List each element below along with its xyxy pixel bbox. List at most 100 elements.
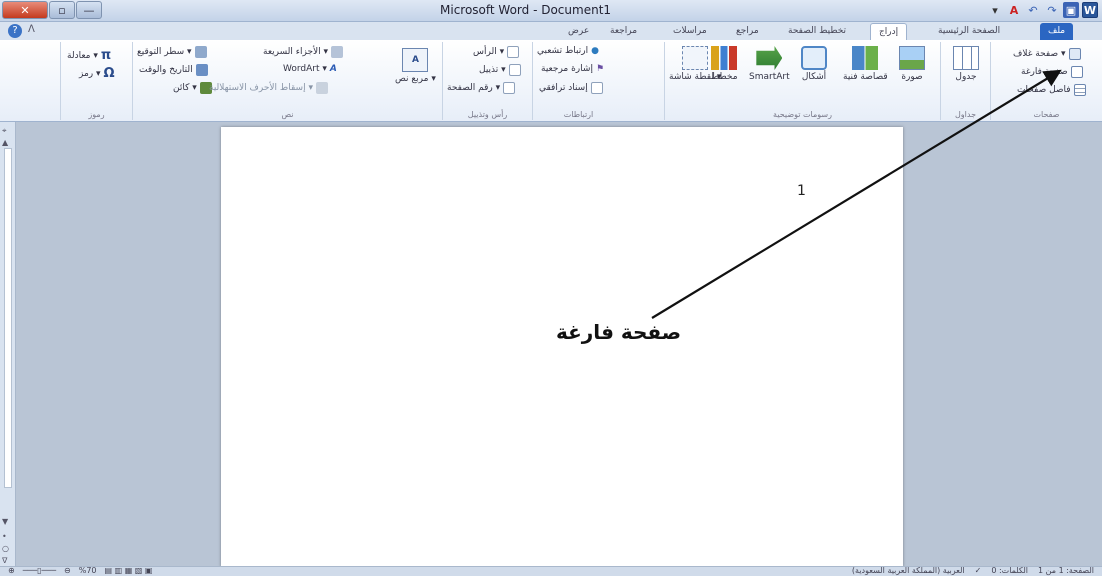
scroll-down-icon[interactable]: ▼ (2, 517, 8, 526)
cover-page-label: صفحة غلاف ▾ (1013, 49, 1066, 59)
smartart-label: SmartArt (749, 72, 790, 82)
symbol-button[interactable]: رمز ▾ Ω (79, 66, 115, 81)
annotation-number: 1 (797, 183, 806, 199)
table-label: جدول (955, 72, 977, 82)
group-illustrations-label: رسومات توضيحية (773, 110, 832, 119)
text-box-icon: A (402, 48, 429, 72)
chart-button[interactable]: مخطط (711, 46, 738, 82)
drop-cap-button[interactable]: إسقاط الأحرف الاستهلالية ▾ (209, 82, 328, 94)
title-bar: ✕ ▫ — Microsoft Word - Document1 ▾ A ↶ ↷… (0, 0, 1102, 22)
vertical-scrollbar[interactable] (4, 148, 12, 488)
header-icon (507, 46, 520, 58)
page-number-icon (503, 82, 516, 94)
save-icon[interactable]: ▣ (1063, 2, 1079, 18)
previous-page-icon[interactable]: • (2, 532, 7, 541)
date-time-button[interactable]: التاريخ والوقت (139, 64, 208, 76)
pi-icon: π (100, 48, 112, 63)
vertical-ruler: ⌖ ▲ ▼ • ○ ᐁ (0, 122, 16, 566)
group-illustrations: لقطة شاشة ▾ مخطط SmartArt أشكال قصاصة فن… (664, 42, 940, 120)
ruler-toggle-icon[interactable]: ⌖ (2, 126, 7, 136)
font-color-icon[interactable]: A (1006, 2, 1022, 18)
zoom-in-icon[interactable]: ⊕ (8, 566, 15, 575)
ribbon: معادلة ▾ π رمز ▾ Ω رموز سطر التوقيع ▾ ال… (0, 40, 1102, 122)
quick-parts-icon (331, 46, 344, 58)
equation-label: معادلة ▾ (67, 50, 98, 61)
tab-file[interactable]: ملف (1040, 23, 1074, 40)
next-page-icon[interactable]: ᐁ (2, 556, 7, 565)
cover-page-icon (1068, 48, 1081, 60)
cover-page-button[interactable]: صفحة غلاف ▾ (1013, 48, 1081, 60)
zoom-slider[interactable]: ───▯─── (23, 566, 56, 575)
window-controls: ✕ ▫ — (2, 1, 102, 19)
tab-review[interactable]: مراجعة (602, 23, 645, 40)
table-button[interactable]: جدول (953, 46, 979, 82)
word-logo-icon: W (1082, 2, 1098, 18)
text-box-button[interactable]: A مربع نص ▾ (395, 48, 436, 84)
shapes-button[interactable]: أشكال (801, 46, 827, 82)
cross-reference-button[interactable]: إسناد ترافقي (539, 82, 603, 94)
bookmark-label: إشارة مرجعية (541, 64, 593, 74)
bookmark-button[interactable]: إشارة مرجعية ⚑ (541, 64, 604, 74)
group-tables: جدول جداول (940, 42, 990, 120)
restore-button[interactable]: ▫ (49, 1, 75, 19)
blank-page-icon (1070, 66, 1083, 78)
group-symbols-label: رموز (88, 110, 105, 119)
globe-icon: ● (591, 46, 599, 56)
signature-icon (194, 46, 207, 58)
signature-line-button[interactable]: سطر التوقيع ▾ (137, 46, 207, 58)
language-indicator[interactable]: العربية (المملكة العربية السعودية) (852, 566, 965, 575)
tab-page-layout[interactable]: تخطيط الصفحة (780, 23, 854, 40)
group-links: ارتباط تشعبي ● إشارة مرجعية ⚑ إسناد تراف… (532, 42, 624, 120)
footer-icon (508, 64, 521, 76)
text-box-label: مربع نص ▾ (395, 74, 436, 84)
shapes-label: أشكال (801, 72, 827, 82)
drop-cap-icon (315, 82, 328, 94)
object-button[interactable]: كائن ▾ (173, 82, 212, 94)
wordart-button[interactable]: WordArt ▾ A (283, 64, 337, 74)
calendar-icon (195, 64, 208, 76)
group-text: سطر التوقيع ▾ التاريخ والوقت كائن ▾ الأج… (132, 42, 442, 120)
page-break-button[interactable]: فاصل صفحات (1017, 84, 1086, 96)
picture-button[interactable]: صورة (899, 46, 925, 82)
clip-art-button[interactable]: قصاصة فنية (843, 46, 888, 82)
group-symbols: معادلة ▾ π رمز ▾ Ω رموز (60, 42, 132, 120)
tab-insert[interactable]: إدراج (870, 23, 908, 40)
quick-parts-button[interactable]: الأجزاء السريعة ▾ (263, 46, 344, 58)
smartart-icon (756, 46, 783, 70)
annotation-label: صفحة فارغة (556, 320, 682, 344)
header-button[interactable]: الرأس ▾ (473, 46, 520, 58)
group-links-label: ارتباطات (563, 110, 594, 119)
redo-icon[interactable]: ↷ (1044, 2, 1060, 18)
browse-object-icon[interactable]: ○ (2, 544, 9, 553)
bar-chart-icon (711, 46, 738, 70)
blank-page-button[interactable]: صفحة فارغة (1021, 66, 1083, 78)
page-number-label: رقم الصفحة ▾ (447, 83, 501, 93)
scroll-up-icon[interactable]: ▲ (2, 138, 8, 147)
group-pages-label: صفحات (1033, 110, 1060, 119)
zoom-level[interactable]: %70 (79, 566, 97, 575)
page-number-button[interactable]: رقم الصفحة ▾ (447, 82, 516, 94)
word-count[interactable]: الكلمات: 0 (991, 566, 1028, 575)
tab-home[interactable]: الصفحة الرئيسية (930, 23, 1008, 40)
minimize-button[interactable]: — (76, 1, 102, 19)
tab-view[interactable]: عرض (560, 23, 597, 40)
equation-button[interactable]: معادلة ▾ π (67, 48, 111, 63)
shapes-icon (801, 46, 827, 70)
footer-button[interactable]: تذييل ▾ (479, 64, 521, 76)
hyperlink-button[interactable]: ارتباط تشعبي ● (537, 46, 599, 56)
tab-references[interactable]: مراجع (728, 23, 767, 40)
tab-mailings[interactable]: مراسلات (665, 23, 715, 40)
zoom-out-icon[interactable]: ⊖ (64, 566, 71, 575)
group-tables-label: جداول (954, 110, 977, 119)
help-icon[interactable]: ? (8, 24, 22, 38)
undo-icon[interactable]: ↶ (1025, 2, 1041, 18)
proofing-icon[interactable]: ✓ (975, 566, 982, 575)
window-title: Microsoft Word - Document1 (440, 3, 612, 17)
view-buttons[interactable]: ▤ ▥ ▦ ▧ ▣ (105, 566, 153, 575)
smartart-button[interactable]: SmartArt (749, 46, 790, 82)
close-button[interactable]: ✕ (2, 1, 48, 19)
page-count[interactable]: الصفحة: 1 من 1 (1038, 566, 1094, 575)
clip-art-icon (852, 46, 879, 70)
minimize-ribbon-icon[interactable]: ᐱ (28, 24, 35, 35)
customize-qat-icon[interactable]: ▾ (987, 2, 1003, 18)
